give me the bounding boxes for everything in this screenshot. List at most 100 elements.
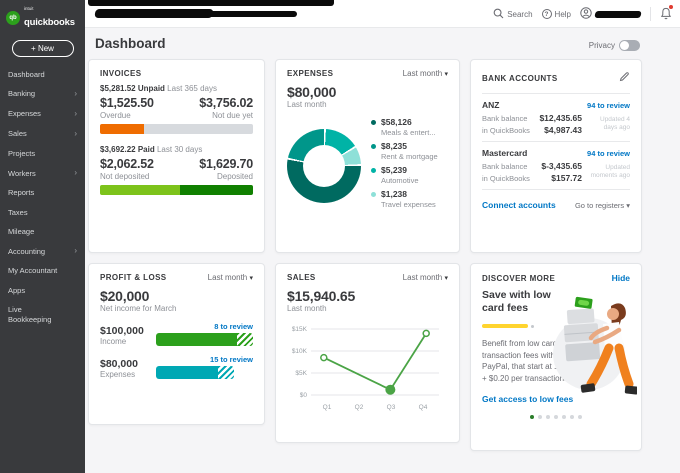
legend-label: Travel expenses xyxy=(381,200,436,209)
pnl-bar-hatch xyxy=(237,333,253,346)
svg-text:Q4: Q4 xyxy=(419,404,428,411)
overdue-label: Overdue xyxy=(100,111,131,120)
sidebar-item-label: Dashboard xyxy=(8,69,45,79)
dashboard-content: Dashboard Privacy INVOICES $5,281.52 Unp… xyxy=(85,28,680,473)
sidebar-item-dashboard[interactable]: Dashboard xyxy=(0,65,85,84)
chevron-down-icon: ▾ xyxy=(626,200,630,210)
redacted-user-name xyxy=(594,10,642,18)
sidebar-nav: Dashboard Banking › Expenses › Sales › Projects… xyxy=(0,65,85,329)
deposited-bar-segment xyxy=(179,185,253,195)
sales-period: Last month xyxy=(287,304,327,313)
help-button[interactable]: ? Help xyxy=(541,9,571,19)
sidebar-item-label: Mileage xyxy=(8,227,35,236)
expenses-card: EXPENSES Last month ▾ $80,000 Last month… xyxy=(275,59,460,253)
sidebar-item-label: Sales xyxy=(8,129,27,139)
in-quickbooks-label: in QuickBooks xyxy=(482,174,530,183)
edit-pencil-icon[interactable] xyxy=(619,69,630,87)
svg-text:$15K: $15K xyxy=(292,326,308,333)
to-review-link[interactable]: 94 to review xyxy=(587,149,630,158)
legend-label: Automotive xyxy=(381,176,419,185)
redacted-band xyxy=(88,0,334,6)
expenses-period-dropdown[interactable]: Last month ▾ xyxy=(403,69,448,78)
legend-amount: $58,126 xyxy=(381,117,412,127)
sidebar-item-expenses[interactable]: Expenses › xyxy=(0,104,85,124)
sidebar-item-apps[interactable]: Apps xyxy=(0,281,85,300)
account-name: Mastercard xyxy=(482,148,528,158)
sidebar-item-taxes[interactable]: Taxes xyxy=(0,203,85,222)
page-title: Dashboard xyxy=(95,36,166,51)
svg-text:$5K: $5K xyxy=(295,370,307,377)
accent-dot xyxy=(531,324,534,328)
not-deposited-amount: $2,062.52 xyxy=(100,157,154,171)
quickbooks-logo[interactable]: qb intuit quickbooks xyxy=(0,0,85,33)
bank-balance-label: Bank balance xyxy=(482,114,528,123)
sidebar-item-label: Expenses xyxy=(8,109,41,119)
redacted-company-name-2 xyxy=(205,11,297,17)
promo-illustration xyxy=(545,296,639,423)
toggle-knob xyxy=(620,41,629,50)
chevron-right-icon: › xyxy=(74,246,77,256)
profile-button[interactable] xyxy=(580,7,642,21)
sales-card: SALES Last month ▾ $15,940.65 Last month… xyxy=(275,263,460,443)
connect-accounts-link[interactable]: Connect accounts xyxy=(482,200,556,210)
not-due-amount: $3,756.02 xyxy=(199,96,253,110)
legend-dot-icon xyxy=(371,120,376,125)
search-label: Search xyxy=(507,9,533,19)
sidebar-item-live-bookkeeping[interactable]: Live Bookkeeping xyxy=(0,300,85,329)
pnl-row-expenses: $80,000 Expenses 15 to review xyxy=(100,355,253,379)
unpaid-progress-bar[interactable] xyxy=(100,124,253,134)
not-due-label: Not due yet xyxy=(212,111,253,120)
profit-loss-period-dropdown[interactable]: Last month ▾ xyxy=(208,273,253,282)
new-button[interactable]: + New xyxy=(11,39,74,57)
svg-text:Q2: Q2 xyxy=(355,404,364,411)
to-review-link[interactable]: 8 to review xyxy=(156,322,253,331)
legend-dot-icon xyxy=(371,168,376,173)
chevron-down-icon: ▾ xyxy=(444,71,448,78)
overdue-bar-fill xyxy=(100,124,145,134)
sales-period-dropdown[interactable]: Last month ▾ xyxy=(403,273,448,282)
go-to-registers-dropdown[interactable]: Go to registers ▾ xyxy=(575,201,630,210)
chevron-down-icon: ▾ xyxy=(249,275,253,282)
privacy-toggle[interactable] xyxy=(619,40,640,51)
to-review-link[interactable]: 15 to review xyxy=(156,355,253,364)
carousel-dot-2[interactable] xyxy=(538,414,542,419)
not-deposited-label: Not deposited xyxy=(100,172,150,181)
privacy-label: Privacy xyxy=(588,41,615,50)
redacted-company-name xyxy=(94,9,214,18)
sidebar-item-label: Reports xyxy=(8,188,35,198)
profit-loss-rows: $100,000 Income 8 to review $80,000 Expenses… xyxy=(100,322,253,379)
updated-note: Updated 4 days ago xyxy=(600,116,630,132)
sidebar-item-projects[interactable]: Projects xyxy=(0,144,85,163)
updated-note: Updated moments ago xyxy=(590,164,630,180)
expenses-donut-chart[interactable] xyxy=(287,129,361,203)
chevron-right-icon: › xyxy=(74,88,77,98)
hide-link[interactable]: Hide xyxy=(612,273,630,283)
sidebar-item-reports[interactable]: Reports xyxy=(0,183,85,202)
notifications-button[interactable] xyxy=(660,4,673,22)
pnl-label: Income xyxy=(100,337,127,346)
bank-balance-value: $-3,435.65 xyxy=(541,161,582,171)
paid-progress-bar[interactable] xyxy=(100,185,253,195)
account-anz: ANZ 94 to review Bank balance $12,435.65 Upd… xyxy=(482,93,630,142)
sidebar-item-my-accountant[interactable]: My Accountant xyxy=(0,261,85,280)
pnl-label: Expenses xyxy=(100,370,136,379)
topbar-divider xyxy=(650,7,651,21)
invoices-card: INVOICES $5,281.52 Unpaid Last 365 days … xyxy=(88,59,265,253)
unpaid-period: Last 365 days xyxy=(167,84,217,93)
sidebar-item-mileage[interactable]: Mileage xyxy=(0,222,85,241)
chevron-right-icon: › xyxy=(74,168,77,178)
search-button[interactable]: Search xyxy=(493,8,533,21)
svg-text:Q3: Q3 xyxy=(387,404,396,411)
sidebar-item-sales[interactable]: Sales › xyxy=(0,124,85,144)
pnl-amount: $80,000 xyxy=(100,358,138,370)
sidebar-item-workers[interactable]: Workers › xyxy=(0,163,85,183)
bank-balance-label: Bank balance xyxy=(482,162,528,171)
sidebar-item-accounting[interactable]: Accounting › xyxy=(0,241,85,261)
sidebar-item-label: Workers xyxy=(8,168,36,178)
unpaid-amount: $5,281.52 xyxy=(100,84,136,93)
bank-accounts-card: BANK ACCOUNTS ANZ 94 to review Bank balanc… xyxy=(470,59,642,253)
to-review-link[interactable]: 94 to review xyxy=(587,101,630,110)
carousel-dot-1[interactable] xyxy=(530,414,534,419)
legend-item-travel-expenses: $1,238 Travel expenses xyxy=(371,189,448,209)
sidebar-item-banking[interactable]: Banking › xyxy=(0,84,85,104)
